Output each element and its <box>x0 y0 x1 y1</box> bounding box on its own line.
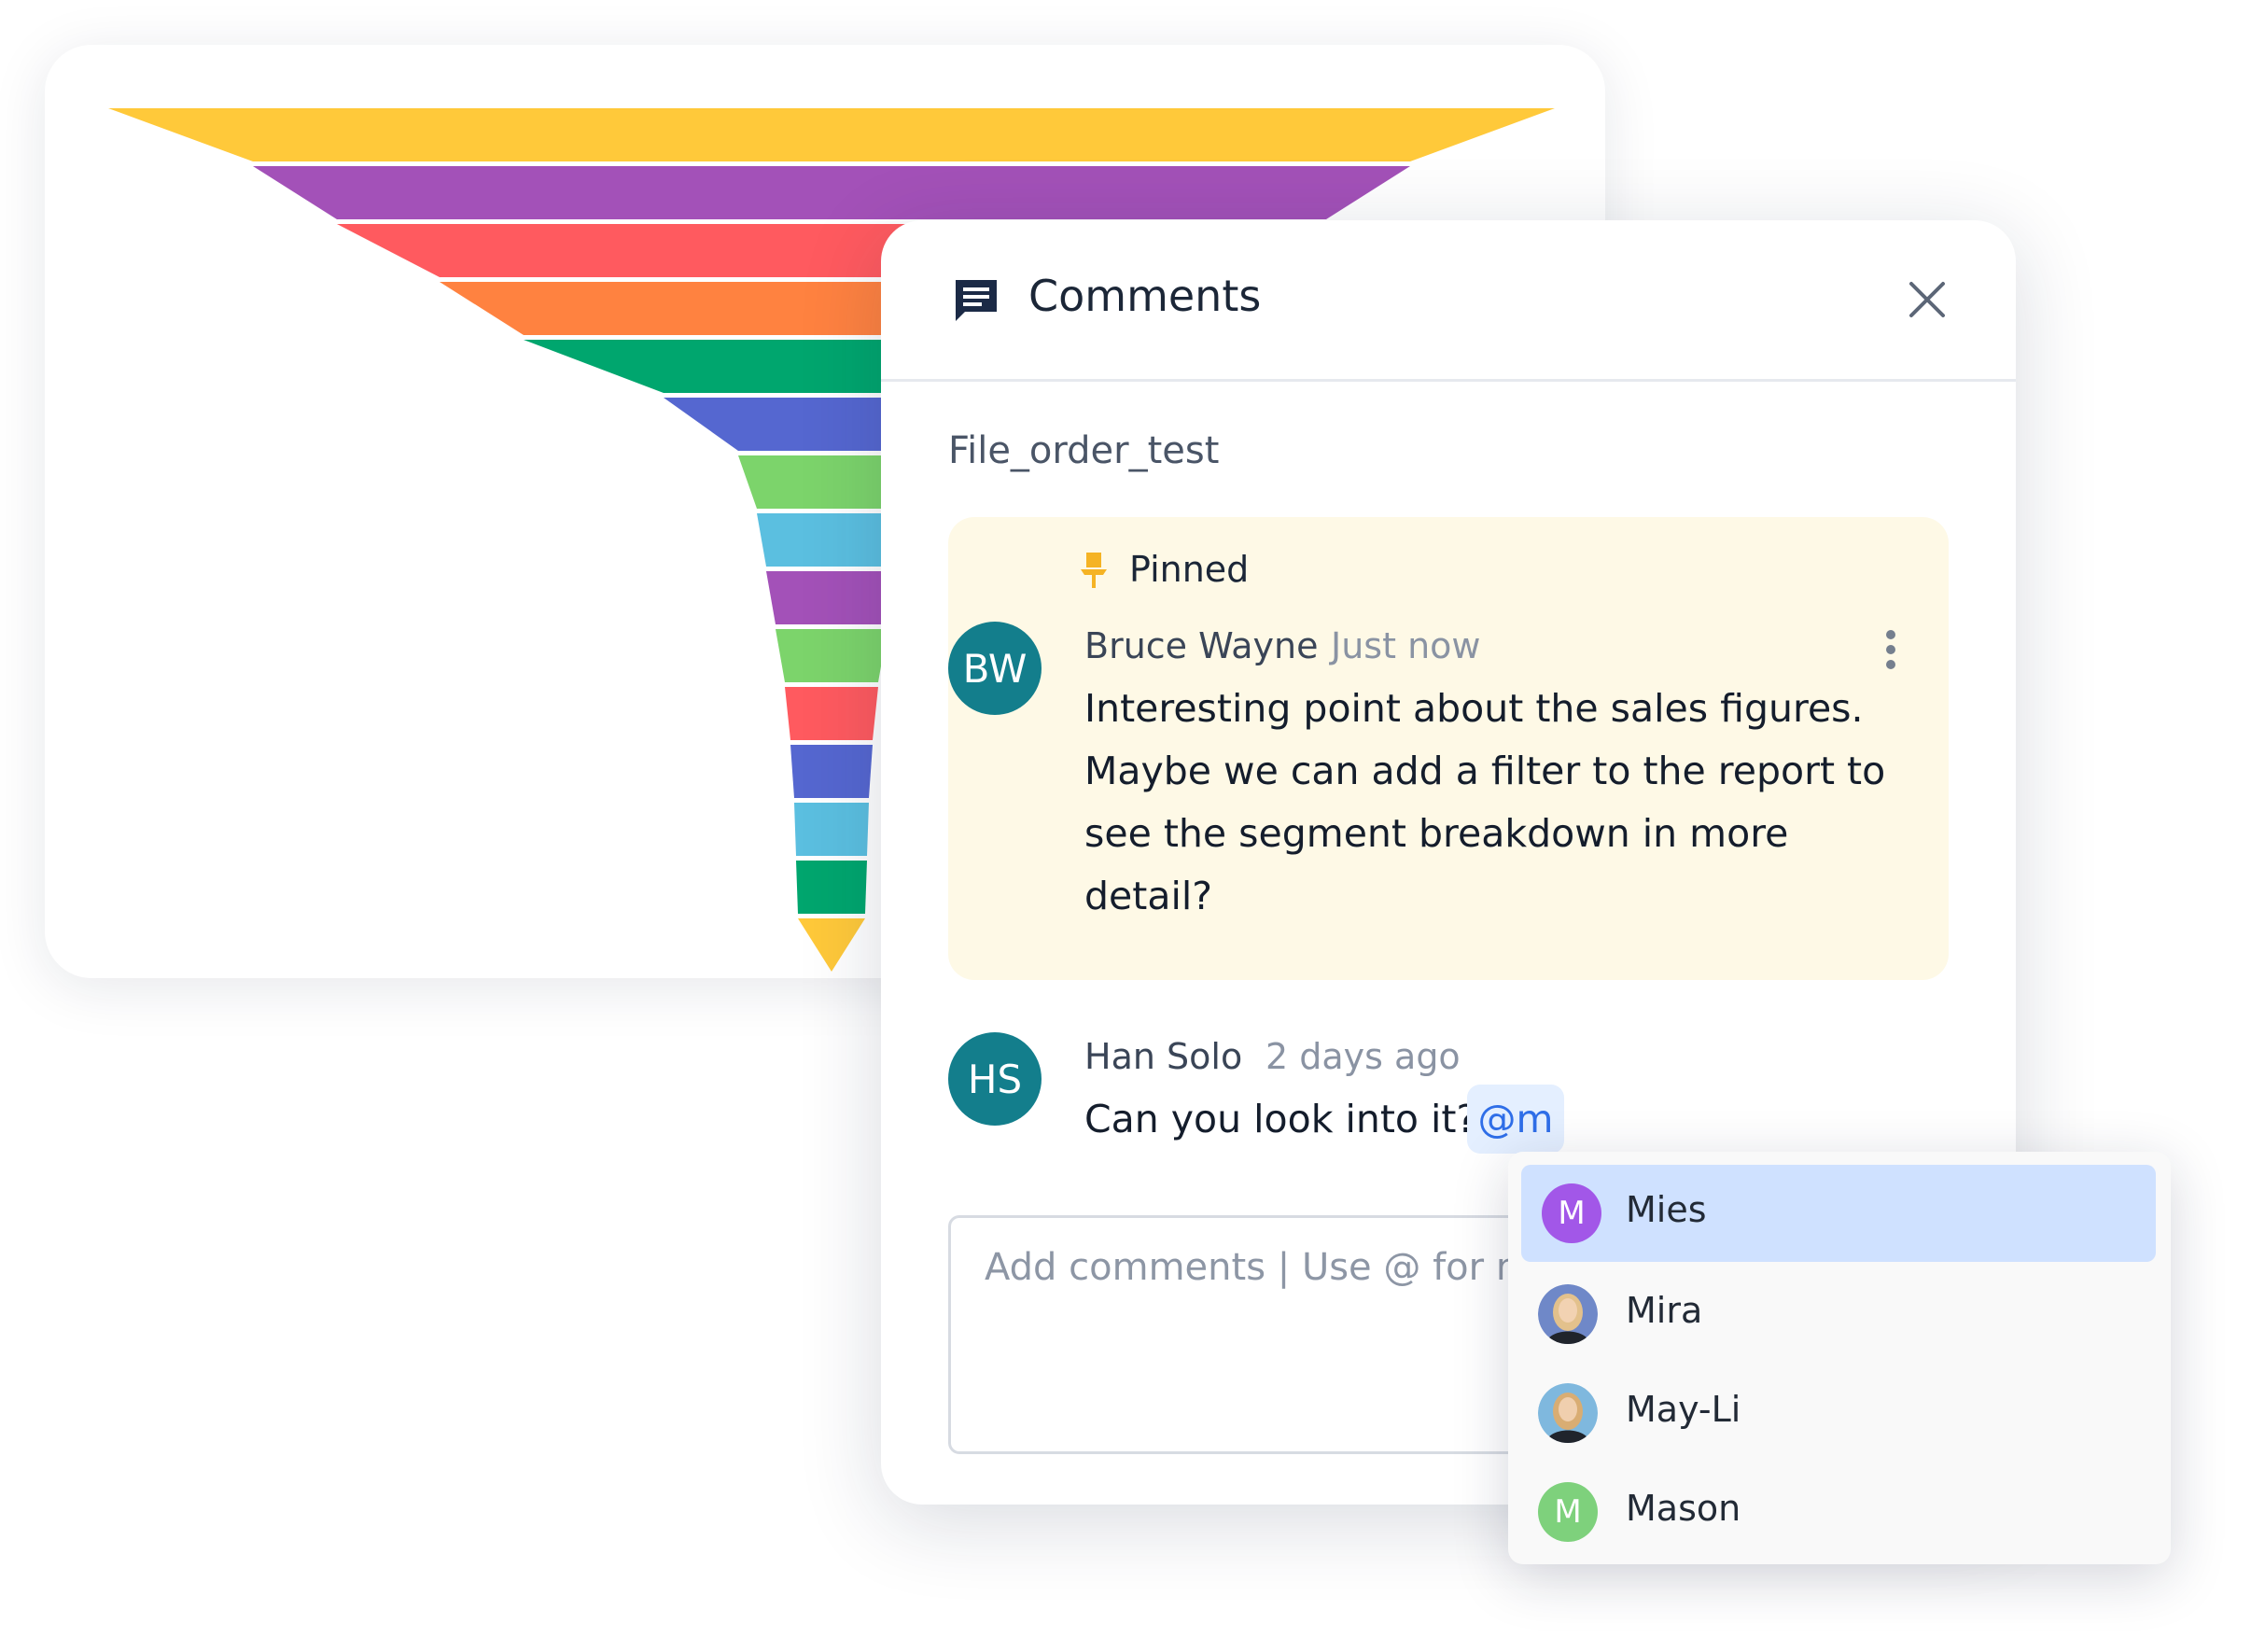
mention-option-mason[interactable]: M Mason <box>1521 1463 2156 1561</box>
mention-dropdown: M Mies Mira May-Li M Mason <box>1508 1152 2171 1564</box>
mention-option-name: Mason <box>1626 1488 1741 1529</box>
pinned-label: Pinned <box>1129 549 1250 590</box>
panel-header: Comments <box>881 220 2016 382</box>
funnel-segment <box>253 166 1410 219</box>
funnel-segment <box>776 629 888 682</box>
comment-text-line: Maybe we can add a filter to the report … <box>1084 749 1886 793</box>
comment-text: Can you look into it? <box>1084 1097 1477 1141</box>
mention-option-mira[interactable]: Mira <box>1521 1266 2156 1363</box>
comment-input-placeholder: Add comments | Use @ for n <box>985 1246 1520 1289</box>
pinned-comment-text: Interesting point about the sales figure… <box>1084 678 1924 928</box>
comment-text-line: Interesting point about the sales figure… <box>1084 686 1864 731</box>
close-icon[interactable] <box>1906 278 1949 321</box>
pin-icon <box>1081 553 1107 588</box>
comment-time: 2 days ago <box>1265 1036 1461 1077</box>
avatar: M <box>1538 1482 1598 1542</box>
avatar-bruce-wayne: BW <box>948 622 1042 715</box>
avatar-han-solo: HS <box>948 1032 1042 1126</box>
panel-title: Comments <box>1028 271 1262 321</box>
more-options-icon[interactable] <box>1881 629 1900 670</box>
funnel-segment <box>785 687 878 740</box>
funnel-segment <box>108 108 1555 161</box>
funnel-segment <box>794 803 869 856</box>
mention-option-name: Mies <box>1626 1189 1707 1230</box>
file-name: File_order_test <box>948 429 1220 472</box>
mention-option-name: Mira <box>1626 1290 1703 1331</box>
comments-icon <box>956 280 997 321</box>
funnel-segment <box>798 918 865 972</box>
funnel-segment <box>766 571 897 624</box>
mention-option-may-li[interactable]: May-Li <box>1521 1365 2156 1462</box>
comment-author: Bruce Wayne <box>1084 625 1319 666</box>
comment-author: Han Solo <box>1084 1036 1243 1077</box>
mention-option-mies[interactable]: M Mies <box>1521 1165 2156 1262</box>
funnel-segment <box>796 861 867 914</box>
funnel-segment <box>790 745 873 798</box>
mention-option-name: May-Li <box>1626 1389 1741 1430</box>
comment-text-line: detail? <box>1084 874 1212 918</box>
avatar-photo <box>1538 1383 1598 1443</box>
avatar-photo <box>1538 1284 1598 1344</box>
comment-time: Just now <box>1331 625 1481 666</box>
avatar: M <box>1542 1183 1601 1243</box>
mention-chip[interactable]: @m <box>1467 1085 1564 1154</box>
pinned-comment-card: Pinned BW Bruce Wayne Just now Interesti… <box>948 517 1949 980</box>
comment-text-line: see the segment breakdown in more <box>1084 811 1789 856</box>
